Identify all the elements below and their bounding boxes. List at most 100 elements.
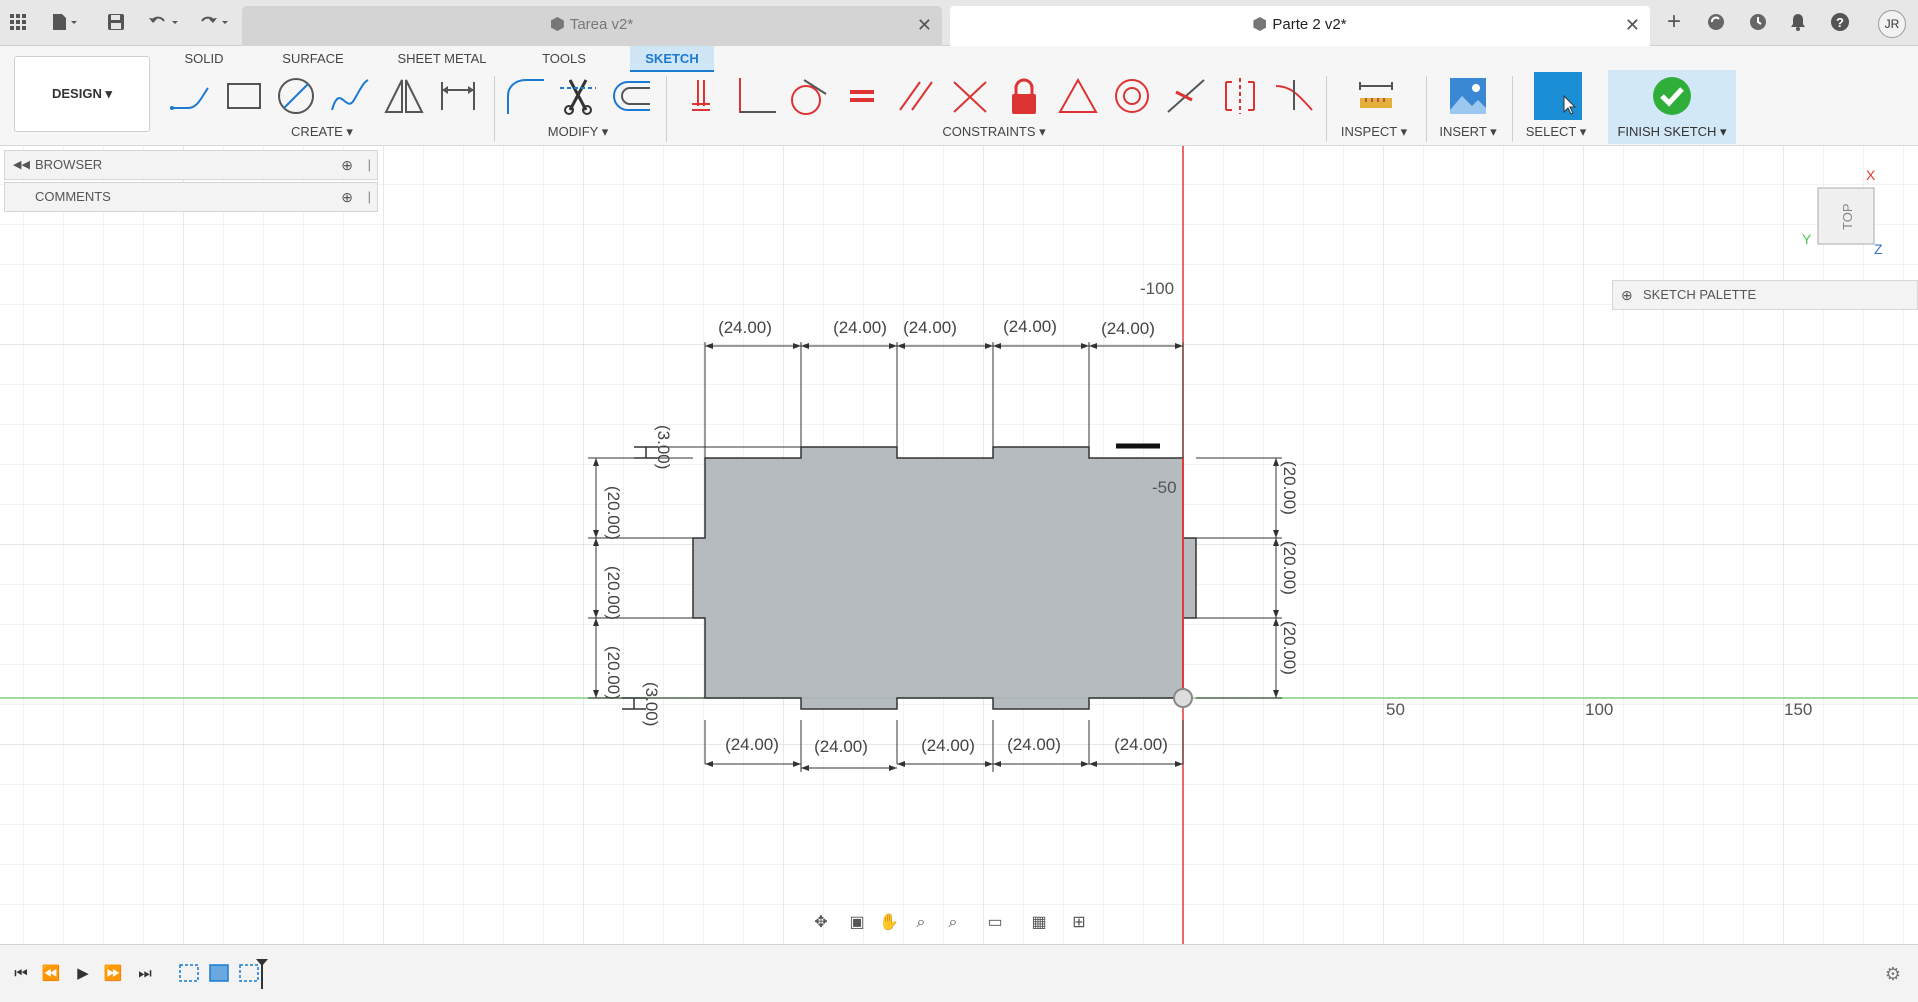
dim-bottom-2[interactable]: (24.00) [814, 737, 868, 756]
pan-icon[interactable]: ✋ [878, 912, 900, 934]
tab-tarea[interactable]: Tarea v2* ✕ [242, 6, 942, 46]
look-at-icon[interactable]: ▣ [846, 912, 868, 934]
modify-group-label[interactable]: MODIFY ▾ [538, 124, 618, 140]
play-icon[interactable]: ▶ [72, 963, 94, 985]
display-settings-icon[interactable]: ▭ [984, 912, 1006, 934]
constraints-group-label[interactable]: CONSTRAINTS ▾ [934, 124, 1054, 140]
offset-tool-icon[interactable] [610, 76, 654, 116]
fillet-tool-icon[interactable] [502, 76, 546, 116]
select-group-label[interactable]: SELECT ▾ [1516, 124, 1596, 140]
collapse-panel-icon[interactable]: ◀◀ [13, 151, 30, 179]
add-icon[interactable]: ⊕ [341, 151, 353, 179]
zoom-icon[interactable]: ⌕ [910, 912, 932, 934]
parallel-constraint-icon[interactable] [894, 76, 938, 116]
step-back-icon[interactable]: ⏪ [40, 963, 62, 985]
view-cube-face-top[interactable]: TOP [1840, 204, 1855, 231]
sketch-palette-header[interactable]: ⊕ SKETCH PALETTE [1612, 280, 1918, 310]
dim-right-1[interactable]: (20.00) [1280, 461, 1299, 515]
midpoint-constraint-icon[interactable] [1164, 76, 1208, 116]
dim-right-2[interactable]: (20.00) [1280, 541, 1299, 595]
job-status-icon[interactable] [1748, 12, 1768, 32]
comments-panel-header[interactable]: COMMENTS ⊕ | [4, 182, 378, 212]
workspace-switcher[interactable]: DESIGN ▾ [14, 56, 150, 132]
dim-top-5[interactable]: (24.00) [1101, 319, 1155, 338]
dim-left-2[interactable]: (20.00) [604, 566, 623, 620]
go-to-start-icon[interactable]: ⏮ [10, 963, 32, 985]
spline-tool-icon[interactable] [328, 76, 372, 116]
trim-tool-icon[interactable] [556, 76, 600, 116]
view-cube-x-label: X [1866, 167, 1876, 183]
curvature-constraint-icon[interactable] [1272, 76, 1316, 116]
dim-top-1[interactable]: (24.00) [718, 318, 772, 337]
dim-bottom-1[interactable]: (24.00) [725, 735, 779, 754]
dim-bottom-4[interactable]: (24.00) [1007, 735, 1061, 754]
save-icon[interactable] [106, 12, 126, 32]
inspect-group-label[interactable]: INSPECT ▾ [1334, 124, 1414, 140]
rectangle-tool-icon[interactable] [222, 76, 266, 116]
orbit-icon[interactable]: ✥ [810, 912, 832, 934]
dim-top-4[interactable]: (24.00) [1003, 317, 1057, 336]
create-group-label[interactable]: CREATE ▾ [282, 124, 362, 140]
dim-right-3[interactable]: (20.00) [1280, 621, 1299, 675]
tab-solid[interactable]: SOLID [174, 46, 234, 72]
perpendicular-constraint-icon[interactable] [732, 76, 776, 116]
finish-sketch-button[interactable]: FINISH SKETCH ▾ [1608, 70, 1736, 144]
undo-icon[interactable] [146, 12, 182, 32]
origin-point[interactable] [1173, 688, 1193, 708]
mirror-tool-icon[interactable] [382, 76, 426, 116]
tab-parte-2[interactable]: Parte 2 v2* ✕ [950, 6, 1650, 46]
insert-group-label[interactable]: INSERT ▾ [1428, 124, 1508, 140]
fit-icon[interactable]: ⌕ [942, 912, 964, 934]
tangent-constraint-icon[interactable] [786, 76, 830, 116]
redo-icon[interactable] [196, 12, 232, 32]
dim-tab-bottom[interactable]: (3.00) [642, 682, 661, 726]
timeline-features[interactable] [178, 959, 270, 989]
symmetry-constraint-icon[interactable] [1056, 76, 1100, 116]
sketch-canvas[interactable]: (24.00) (24.00) (24.00) (24.00) (24.00) … [0, 146, 1918, 944]
dim-left-3[interactable]: (20.00) [604, 646, 623, 700]
expand-icon[interactable]: ⊕ [1621, 281, 1633, 309]
file-menu-icon[interactable] [50, 12, 77, 32]
vertical-constraint-icon[interactable] [948, 76, 992, 116]
pin-icon[interactable]: | [368, 151, 371, 179]
help-icon[interactable]: ? [1830, 12, 1850, 32]
fix-constraint-icon[interactable] [1002, 76, 1046, 116]
add-icon[interactable]: ⊕ [341, 183, 353, 211]
notifications-icon[interactable] [1788, 12, 1808, 32]
grid-settings-icon[interactable]: ▦ [1028, 912, 1050, 934]
sketch-dimension-icon[interactable] [436, 76, 480, 116]
dim-left-1[interactable]: (20.00) [604, 486, 623, 540]
pin-icon[interactable]: | [368, 183, 371, 211]
dim-bottom-5[interactable]: (24.00) [1114, 735, 1168, 754]
x-axis-label-100: 100 [1585, 700, 1613, 719]
sync-icon[interactable] [1706, 12, 1726, 32]
equal-constraint-icon[interactable] [840, 76, 884, 116]
tab-sketch[interactable]: SKETCH [630, 46, 714, 72]
dim-tab-top[interactable]: (3.00) [654, 425, 673, 469]
app-grid-icon[interactable] [8, 12, 28, 32]
user-avatar[interactable]: JR [1878, 10, 1906, 38]
close-icon[interactable]: ✕ [917, 6, 932, 44]
circle-tool-icon[interactable] [274, 76, 318, 116]
step-forward-icon[interactable]: ⏩ [102, 963, 124, 985]
dim-top-2[interactable]: (24.00) [833, 318, 887, 337]
tab-tools[interactable]: TOOLS [534, 46, 594, 72]
dim-bottom-3[interactable]: (24.00) [921, 736, 975, 755]
go-to-end-icon[interactable]: ⏭ [134, 963, 156, 985]
tab-surface[interactable]: SURFACE [278, 46, 348, 72]
settings-gear-icon[interactable]: ⚙ [1882, 963, 1904, 985]
insert-image-icon[interactable] [1446, 76, 1490, 116]
measure-tool-icon[interactable] [1354, 76, 1398, 116]
collinear-constraint-icon[interactable] [1218, 76, 1262, 116]
close-icon[interactable]: ✕ [1625, 6, 1640, 44]
browser-panel-header[interactable]: ◀◀ BROWSER ⊕ | [4, 150, 378, 180]
sketch-profile[interactable] [692, 446, 1197, 710]
concentric-constraint-icon[interactable] [1110, 76, 1154, 116]
viewports-icon[interactable]: ⊞ [1068, 912, 1090, 934]
coincident-constraint-icon[interactable] [678, 76, 722, 116]
new-tab-icon[interactable]: + [1664, 10, 1684, 34]
dim-top-3[interactable]: (24.00) [903, 318, 957, 337]
tab-sheet-metal[interactable]: SHEET METAL [394, 46, 490, 72]
line-tool-icon[interactable] [168, 76, 212, 116]
select-tool-icon[interactable] [1534, 72, 1582, 120]
